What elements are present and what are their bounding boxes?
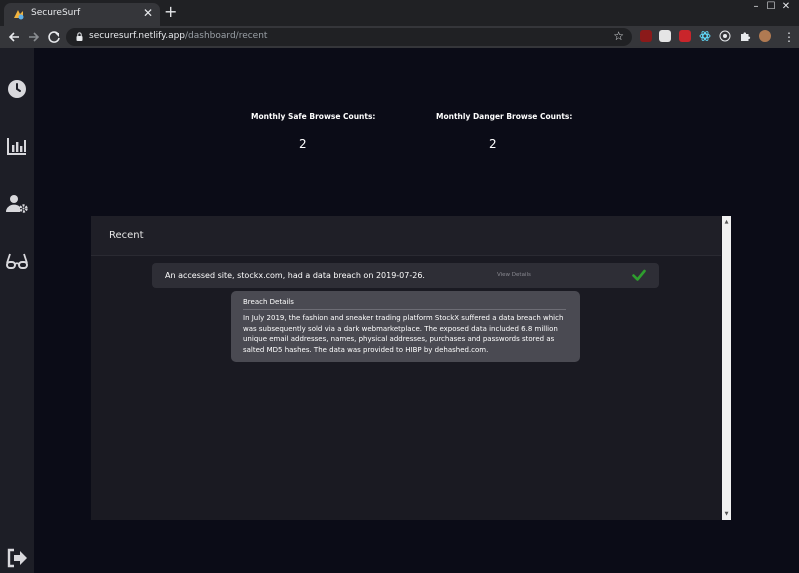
history-icon[interactable]	[5, 77, 29, 101]
checkmark-icon[interactable]	[632, 268, 646, 282]
scroll-up-arrow-icon[interactable]: ▲	[723, 218, 730, 226]
breach-details-body: In July 2019, the fashion and sneaker tr…	[243, 314, 564, 354]
securesurf-favicon-icon	[14, 10, 24, 20]
browser-tab[interactable]: SecureSurf ✕	[4, 3, 160, 26]
recent-title: Recent	[109, 230, 144, 241]
browser-menu-icon[interactable]: ⋮	[780, 28, 798, 46]
logout-icon[interactable]	[5, 546, 29, 570]
recorder-icon[interactable]	[719, 30, 731, 42]
danger-count-value: 2	[489, 137, 497, 151]
dashboard-main: Monthly Safe Browse Counts: 2 Monthly Da…	[34, 48, 799, 573]
user-settings-icon[interactable]	[5, 192, 29, 216]
back-arrow-icon[interactable]	[5, 28, 23, 46]
lock-icon	[76, 32, 83, 41]
close-window-button[interactable]: ✕	[771, 0, 799, 14]
tooltip-divider	[243, 309, 566, 310]
pocket-icon[interactable]	[659, 30, 671, 42]
ublock-icon[interactable]	[640, 30, 652, 42]
safe-count-label: Monthly Safe Browse Counts:	[251, 112, 376, 121]
tab-close-icon[interactable]: ✕	[143, 6, 153, 20]
glasses-icon[interactable]	[5, 249, 29, 273]
sidebar	[0, 48, 34, 573]
recent-panel: Recent An accessed site, stockx.com, had…	[91, 216, 731, 520]
recent-panel-header: Recent	[91, 216, 721, 256]
forward-arrow-icon[interactable]	[25, 28, 43, 46]
browser-toolbar: securesurf.netlify.app/dashboard/recent …	[0, 26, 799, 48]
stats-chart-icon[interactable]	[5, 134, 29, 158]
danger-count-label: Monthly Danger Browse Counts:	[436, 112, 573, 121]
pdf-icon[interactable]	[679, 30, 691, 42]
reload-icon[interactable]	[45, 28, 63, 46]
tab-title: SecureSurf	[31, 8, 81, 18]
react-devtools-icon[interactable]	[699, 30, 711, 42]
address-bar[interactable]: securesurf.netlify.app/dashboard/recent …	[66, 28, 632, 46]
breach-details-title: Breach Details	[243, 298, 294, 306]
extensions-puzzle-icon[interactable]	[739, 30, 751, 42]
browser-tabstrip: SecureSurf ✕ + – ☐ ✕	[0, 0, 799, 26]
bookmark-star-icon[interactable]: ☆	[613, 29, 624, 43]
breach-alert-text: An accessed site, stockx.com, had a data…	[165, 271, 425, 280]
view-details-link[interactable]: View Details	[497, 272, 531, 278]
scroll-down-arrow-icon[interactable]: ▼	[723, 510, 730, 518]
panel-scrollbar[interactable]: ▲ ▼	[722, 216, 731, 520]
profile-avatar[interactable]	[759, 30, 771, 42]
safe-count-value: 2	[299, 137, 307, 151]
url-text: securesurf.netlify.app/dashboard/recent	[89, 31, 267, 41]
url-host: securesurf.netlify.app	[89, 31, 186, 41]
breach-details-tooltip: Breach Details In July 2019, the fashion…	[231, 291, 580, 362]
new-tab-button[interactable]: +	[164, 4, 177, 20]
breach-alert-row[interactable]: An accessed site, stockx.com, had a data…	[152, 263, 659, 288]
url-path: /dashboard/recent	[185, 31, 268, 41]
